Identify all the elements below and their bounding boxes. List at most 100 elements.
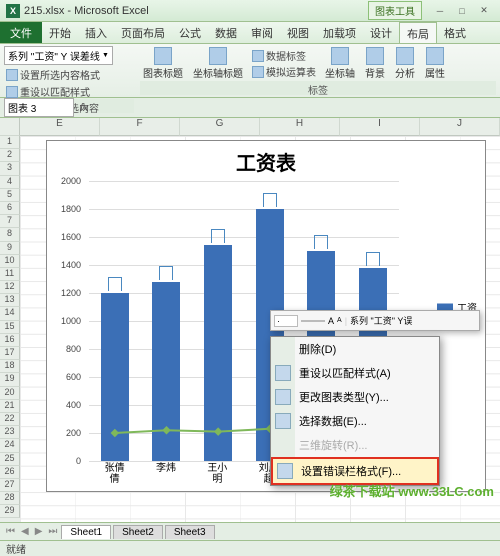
name-box[interactable]: 图表 3 xyxy=(4,98,74,117)
row-header[interactable]: 22 xyxy=(0,413,20,426)
bar[interactable] xyxy=(204,245,232,461)
row-header[interactable]: 2 xyxy=(0,149,20,162)
row-header[interactable]: 15 xyxy=(0,321,20,334)
decrease-font-icon[interactable]: A xyxy=(337,317,342,324)
error-bar[interactable] xyxy=(314,235,328,249)
increase-font-icon[interactable]: A xyxy=(328,316,334,326)
font-family-box[interactable]: · xyxy=(274,315,298,327)
sheet-nav-prev[interactable]: ◀ xyxy=(19,526,31,537)
analyze-button[interactable]: 分析 xyxy=(392,47,418,80)
row-header[interactable]: 25 xyxy=(0,453,20,466)
error-bar[interactable] xyxy=(211,229,225,243)
reset-style-button[interactable]: 重设以匹配样式 xyxy=(4,84,92,99)
props-button[interactable]: 属性 xyxy=(422,47,448,80)
column-header[interactable]: J xyxy=(420,118,500,136)
tab-pagelayout[interactable]: 页面布局 xyxy=(114,22,172,43)
row-header[interactable]: 20 xyxy=(0,387,20,400)
sheet-nav-last[interactable]: ⏭ xyxy=(46,526,59,537)
row-header[interactable]: 21 xyxy=(0,400,20,413)
row-header[interactable]: 8 xyxy=(0,228,20,241)
reset-icon xyxy=(6,86,18,98)
format-icon xyxy=(6,69,18,81)
row-header[interactable]: 23 xyxy=(0,426,20,439)
data-labels-button[interactable]: 数据标签 xyxy=(250,48,318,63)
maximize-button[interactable]: □ xyxy=(452,4,472,18)
tab-home[interactable]: 开始 xyxy=(42,22,78,43)
tab-format[interactable]: 格式 xyxy=(437,22,473,43)
row-header[interactable]: 16 xyxy=(0,334,20,347)
sheet-tab-2[interactable]: Sheet2 xyxy=(113,525,163,539)
error-bar[interactable] xyxy=(159,266,173,280)
chart-title[interactable]: 工资表 xyxy=(47,147,485,176)
y-tick: 1400 xyxy=(61,260,81,270)
row-header[interactable]: 14 xyxy=(0,307,20,320)
mini-toolbar[interactable]: · A A | 系列 "工资" Y误 xyxy=(270,310,480,331)
row-header[interactable]: 28 xyxy=(0,492,20,505)
row-header[interactable]: 11 xyxy=(0,268,20,281)
sheet-nav-next[interactable]: ▶ xyxy=(33,526,45,537)
column-header[interactable]: G xyxy=(180,118,260,136)
y-axis: 0200400600800100012001400160018002000 xyxy=(47,181,85,461)
tab-data[interactable]: 数据 xyxy=(208,22,244,43)
simul-table-button[interactable]: 模拟运算表 xyxy=(250,64,318,79)
sheet-tab-1[interactable]: Sheet1 xyxy=(61,525,111,539)
fx-icon[interactable]: fx xyxy=(80,102,89,114)
tab-insert[interactable]: 插入 xyxy=(78,22,114,43)
column-header[interactable]: E xyxy=(20,118,100,136)
close-button[interactable]: ✕ xyxy=(474,4,494,18)
context-menu-item[interactable]: 选择数据(E)... xyxy=(271,409,439,433)
context-menu-item[interactable]: 删除(D) xyxy=(271,337,439,361)
error-bar[interactable] xyxy=(366,252,380,266)
context-menu-item[interactable]: 更改图表类型(Y)... xyxy=(271,385,439,409)
row-header[interactable]: 26 xyxy=(0,466,20,479)
row-header[interactable]: 29 xyxy=(0,505,20,518)
row-header[interactable]: 4 xyxy=(0,176,20,189)
error-bar[interactable] xyxy=(108,277,122,291)
row-header[interactable]: 13 xyxy=(0,294,20,307)
row-header[interactable]: 18 xyxy=(0,360,20,373)
tab-addins[interactable]: 加载项 xyxy=(316,22,363,43)
axis-title-button[interactable]: 坐标轴标题 xyxy=(190,47,246,80)
selection-dropdown[interactable]: 系列 "工资" Y 误差线▼ xyxy=(4,46,113,65)
row-header[interactable]: 19 xyxy=(0,373,20,386)
row-header[interactable]: 27 xyxy=(0,479,20,492)
sheet-nav-first[interactable]: ⏮ xyxy=(4,526,17,537)
row-headers: 1234567891011121314151617181920212223242… xyxy=(0,118,20,522)
menu-item-icon xyxy=(275,389,291,405)
row-header[interactable]: 17 xyxy=(0,347,20,360)
bar[interactable] xyxy=(152,282,180,461)
row-header[interactable]: 12 xyxy=(0,281,20,294)
x-tick: 李炜 xyxy=(152,463,180,485)
row-header[interactable]: 3 xyxy=(0,162,20,175)
row-header[interactable]: 9 xyxy=(0,242,20,255)
row-header[interactable]: 7 xyxy=(0,215,20,228)
tab-formulas[interactable]: 公式 xyxy=(172,22,208,43)
tab-design[interactable]: 设计 xyxy=(363,22,399,43)
props-icon xyxy=(426,47,444,65)
y-tick: 400 xyxy=(66,400,81,410)
column-header[interactable]: I xyxy=(340,118,420,136)
background-button[interactable]: 背景 xyxy=(362,47,388,80)
sheet-tab-3[interactable]: Sheet3 xyxy=(165,525,215,539)
row-header[interactable]: 10 xyxy=(0,255,20,268)
tab-review[interactable]: 审阅 xyxy=(244,22,280,43)
file-tab[interactable]: 文件 xyxy=(0,22,42,43)
format-selection-button[interactable]: 设置所选内容格式 xyxy=(4,67,102,82)
y-tick: 600 xyxy=(66,372,81,382)
tab-layout[interactable]: 布局 xyxy=(399,22,437,43)
column-header[interactable]: F xyxy=(100,118,180,136)
row-header[interactable]: 5 xyxy=(0,189,20,202)
row-header[interactable]: 6 xyxy=(0,202,20,215)
axes-button[interactable]: 坐标轴 xyxy=(322,47,358,80)
minimize-button[interactable]: ─ xyxy=(430,4,450,18)
row-header[interactable]: 1 xyxy=(0,136,20,149)
chart-title-button[interactable]: 图表标题 xyxy=(140,47,186,80)
error-bar[interactable] xyxy=(263,193,277,207)
bar[interactable] xyxy=(101,293,129,461)
tab-view[interactable]: 视图 xyxy=(280,22,316,43)
context-menu-item[interactable]: 重设以匹配样式(A) xyxy=(271,361,439,385)
row-header[interactable]: 24 xyxy=(0,439,20,452)
column-header[interactable]: H xyxy=(260,118,340,136)
axes-icon xyxy=(331,47,349,65)
font-size-box[interactable] xyxy=(301,320,325,322)
